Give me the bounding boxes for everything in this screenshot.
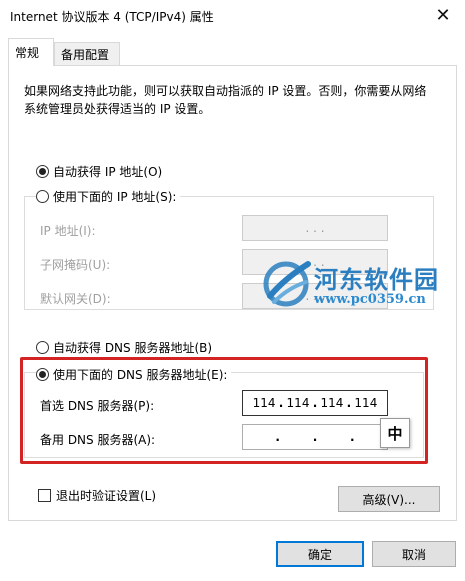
subnet-mask-label: 子网掩码(U): [40,258,111,272]
close-icon[interactable]: ✕ [421,0,465,30]
manual-ip-label: 使用下面的 IP 地址(S): [53,190,177,204]
manual-ip-radio[interactable] [36,190,49,203]
ip-address-input[interactable]: . . . [242,215,388,241]
manual-ip-option[interactable]: 使用下面的 IP 地址(S): [36,188,181,205]
cancel-button[interactable]: 取消 [372,541,456,567]
ip-address-label: IP 地址(I): [40,224,96,238]
subnet-mask-input[interactable]: . . . [242,249,388,275]
window-title: Internet 协议版本 4 (TCP/IPv4) 属性 [10,10,214,24]
description-text: 如果网络支持此功能，则可以获取自动指派的 IP 设置。否则，你需要从网络系统管理… [24,84,427,116]
auto-ip-option[interactable]: 自动获得 IP 地址(O) [36,163,162,180]
validate-on-exit-checkbox[interactable] [38,489,51,502]
title-bar: Internet 协议版本 4 (TCP/IPv4) 属性 ✕ [0,0,465,32]
tab-alternate-config[interactable]: 备用配置 [54,42,120,66]
annotation-highlight-box [20,357,428,464]
ok-button[interactable]: 确定 [276,541,364,567]
default-gateway-input[interactable]: . . . [242,283,388,309]
auto-dns-option[interactable]: 自动获得 DNS 服务器地址(B) [36,339,212,356]
advanced-button[interactable]: 高级(V)... [338,486,440,512]
tab-general[interactable]: 常规 [8,38,54,66]
auto-ip-radio[interactable] [36,165,49,178]
auto-dns-label: 自动获得 DNS 服务器地址(B) [53,341,213,355]
tab-strip: 常规 备用配置 [8,38,457,66]
validate-on-exit-label: 退出时验证设置(L) [56,489,157,503]
auto-ip-label: 自动获得 IP 地址(O) [53,165,163,179]
default-gateway-label: 默认网关(D): [40,292,111,306]
validate-on-exit-option[interactable]: 退出时验证设置(L) [38,487,156,504]
auto-dns-radio[interactable] [36,341,49,354]
